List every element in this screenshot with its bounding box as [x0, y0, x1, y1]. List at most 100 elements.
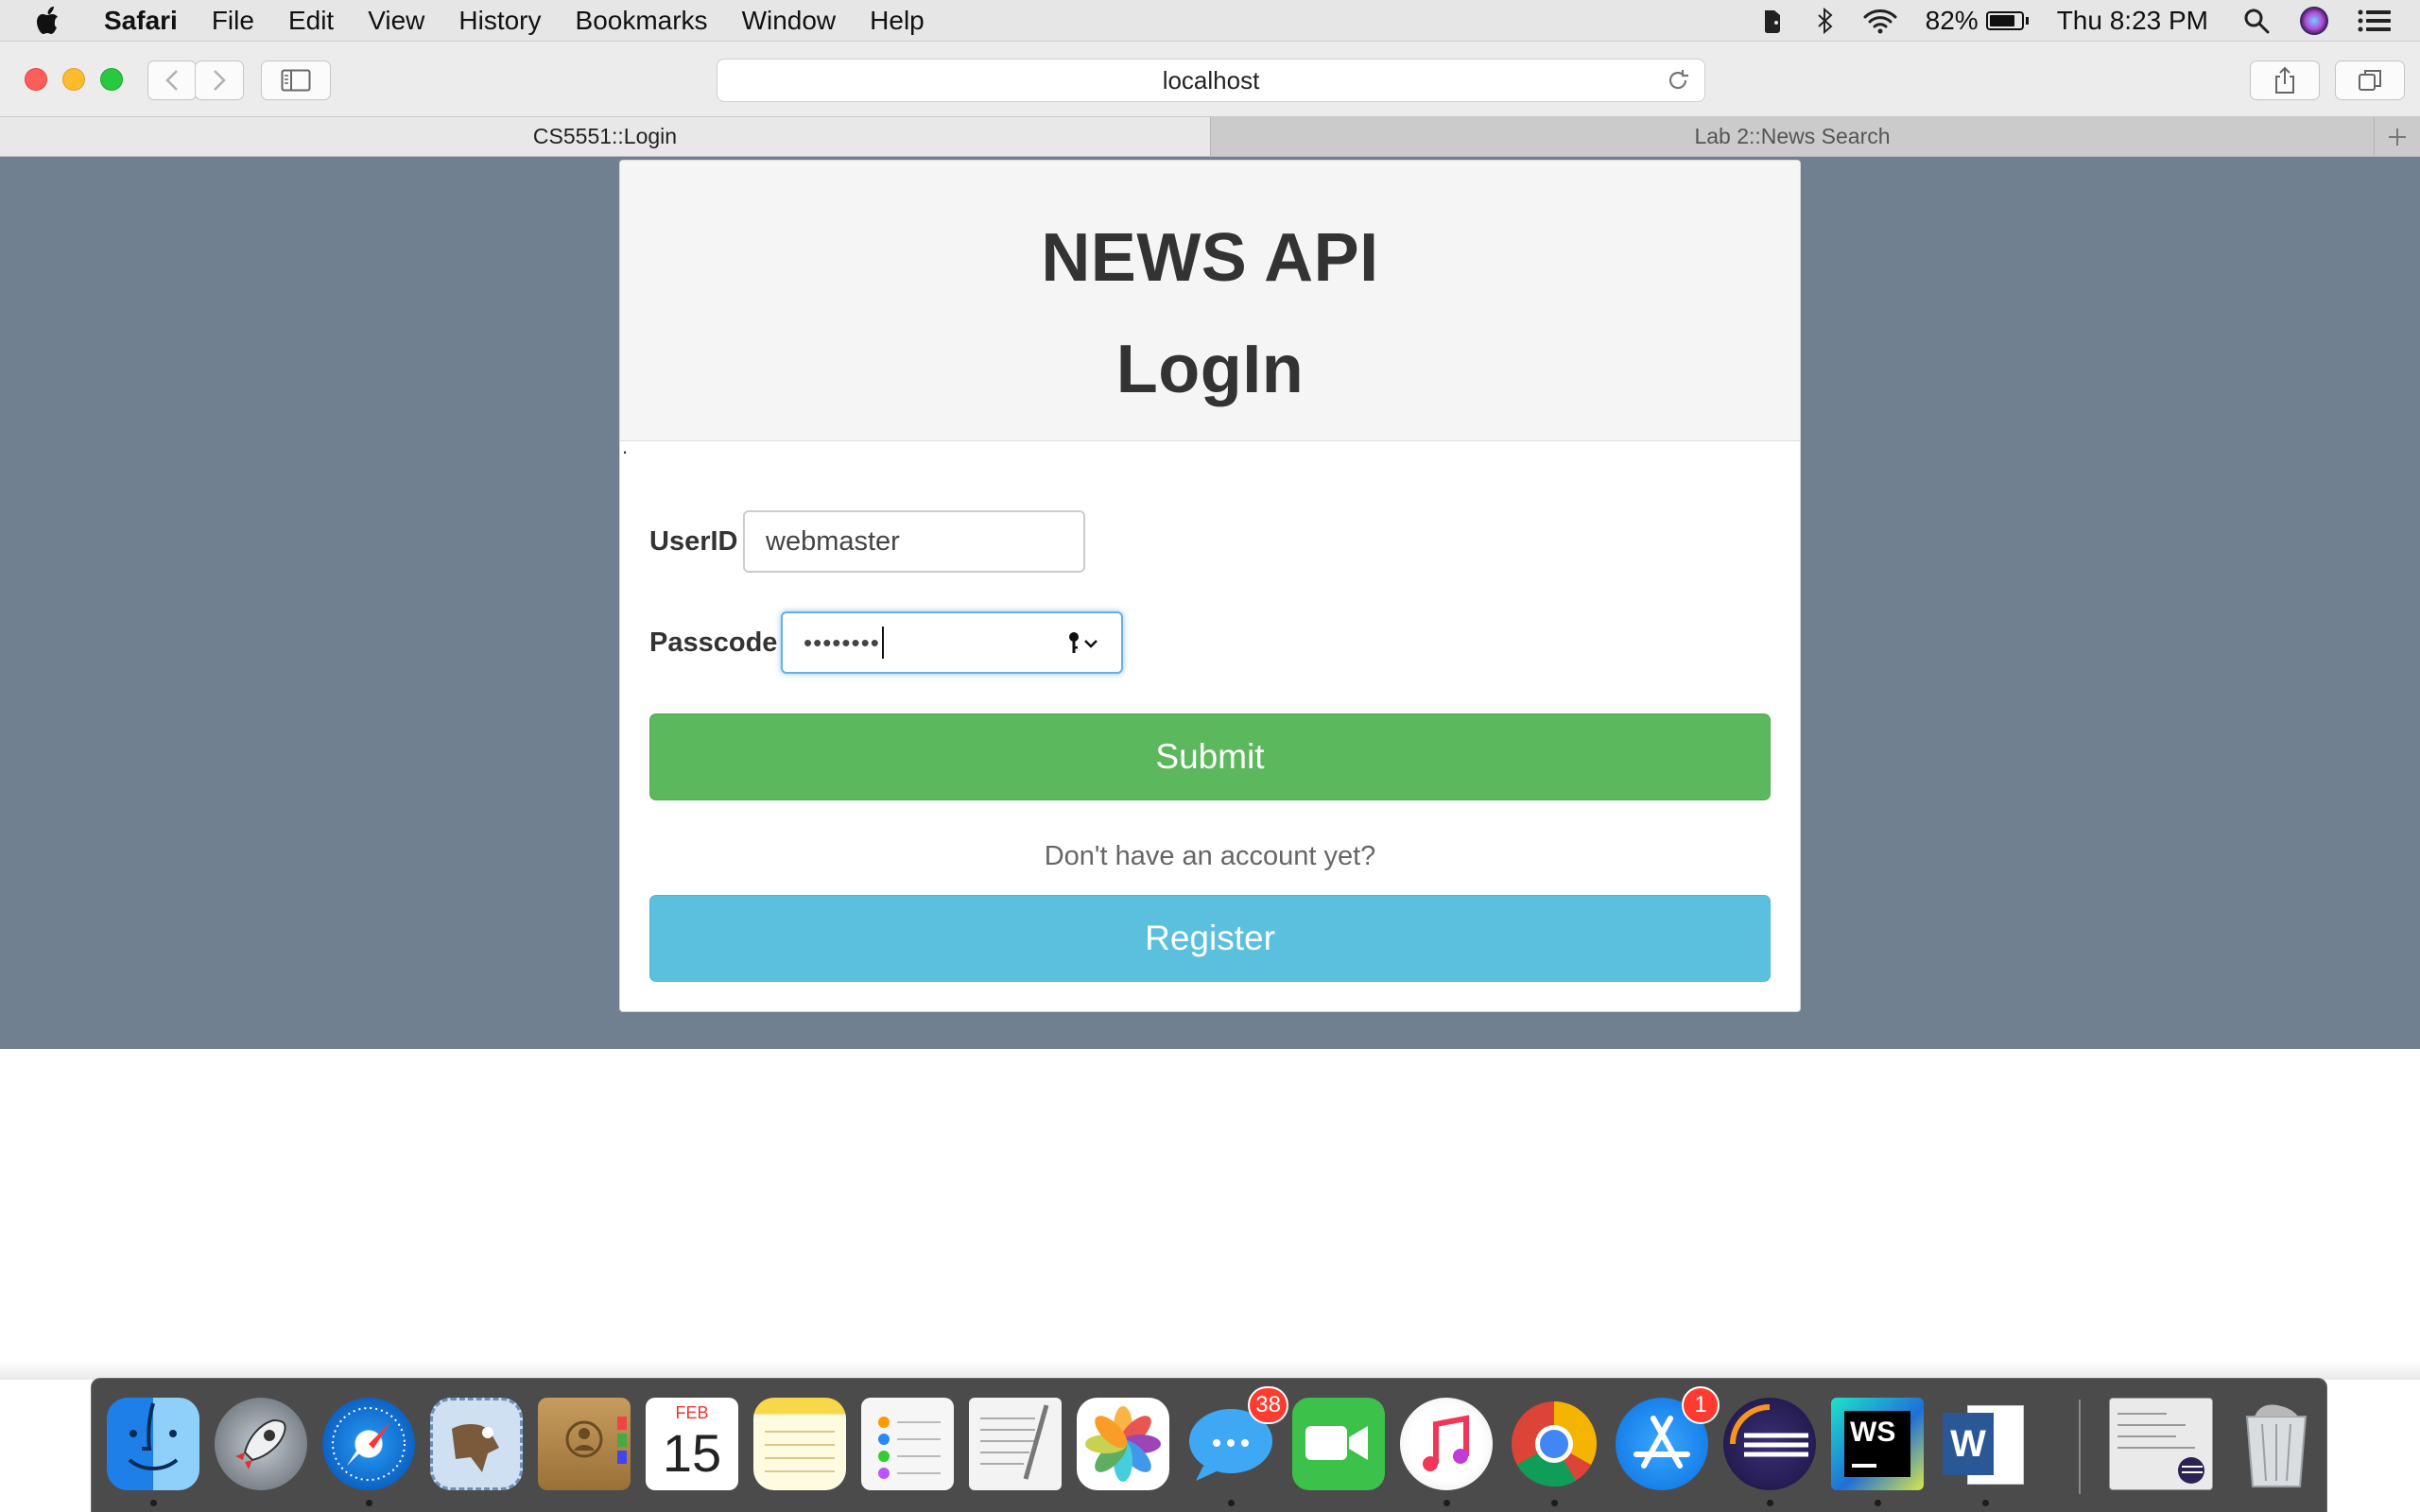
passcode-masked-value: ••••••••: [804, 627, 880, 657]
tab-label: CS5551::Login: [532, 124, 678, 148]
dock-contacts[interactable]: [538, 1398, 631, 1490]
browser-toolbar: localhost: [0, 42, 2420, 117]
register-button[interactable]: Register: [649, 895, 1771, 982]
plus-icon: [2389, 128, 2406, 146]
dock-finder[interactable]: [107, 1398, 199, 1490]
dock-notes[interactable]: [753, 1398, 846, 1490]
passcode-label: Passcode: [649, 627, 778, 658]
dock-launchpad[interactable]: [215, 1398, 307, 1490]
messages-badge: 38: [1248, 1386, 1288, 1424]
dock-calendar[interactable]: FEB 15: [646, 1398, 738, 1490]
reminders-icon: [878, 1417, 941, 1479]
wifi-icon[interactable]: [1863, 8, 1897, 34]
menu-view[interactable]: View: [368, 6, 424, 36]
register-button-label: Register: [1145, 919, 1275, 957]
battery-percent: 82%: [1925, 6, 1979, 35]
notification-center-icon[interactable]: [2358, 9, 2392, 33]
panel-heading: NEWS API LogIn: [620, 161, 1800, 441]
window-zoom-button[interactable]: [100, 68, 123, 91]
dock-webstorm[interactable]: WS: [1831, 1398, 1924, 1490]
mail-eagle-icon: [452, 1424, 499, 1472]
finder-icon: [128, 1402, 179, 1470]
menu-clock[interactable]: Thu 8:23 PM: [2057, 6, 2208, 36]
music-note-icon: [1423, 1415, 1469, 1471]
dock-mail[interactable]: [430, 1398, 523, 1490]
menu-bar: Safari File Edit View History Bookmarks …: [0, 0, 2420, 42]
address-bar-url: localhost: [1162, 65, 1260, 94]
menu-help[interactable]: Help: [870, 6, 925, 36]
dock-textedit[interactable]: [969, 1398, 1062, 1490]
sidebar-toggle-button[interactable]: [261, 60, 331, 100]
tab-bar: CS5551::Login Lab 2::News Search: [0, 117, 2420, 157]
login-panel: NEWS API LogIn . UserID webmaster Passco…: [619, 160, 1801, 1012]
spotlight-search-icon[interactable]: [2242, 7, 2271, 35]
battery-indicator[interactable]: 82%: [1926, 6, 2029, 36]
word-icon: W: [1943, 1413, 1994, 1475]
dock-word[interactable]: W: [1939, 1398, 2031, 1490]
bluetooth-icon[interactable]: [1816, 7, 1835, 35]
webstorm-icon: WS: [1844, 1411, 1910, 1477]
window-minimize-button[interactable]: [62, 68, 85, 91]
notes-icon: [765, 1431, 835, 1472]
passcode-input[interactable]: ••••••••: [781, 611, 1123, 674]
siri-icon[interactable]: [2299, 6, 2329, 36]
reload-icon[interactable]: [1665, 67, 1691, 100]
tab-cs5551-login[interactable]: CS5551::Login: [0, 117, 1211, 156]
dock-safari[interactable]: [322, 1398, 415, 1490]
dock-facetime[interactable]: [1292, 1398, 1385, 1490]
photos-flower-icon: [1085, 1406, 1161, 1482]
submit-button-label: Submit: [1155, 737, 1265, 776]
eclipse-icon: [1730, 1404, 1808, 1457]
dock-chrome[interactable]: [1508, 1398, 1600, 1490]
dock-itunes[interactable]: [1400, 1398, 1493, 1490]
new-tab-button[interactable]: [2375, 117, 2420, 156]
chevron-right-icon: [214, 70, 226, 91]
facetime-camera-icon: [1305, 1426, 1368, 1460]
tab-news-search[interactable]: Lab 2::News Search: [1211, 117, 2375, 156]
userid-label: UserID: [649, 526, 738, 557]
sidebar-icon: [281, 69, 311, 92]
compass-icon: [332, 1407, 406, 1481]
menu-edit[interactable]: Edit: [288, 6, 334, 36]
window-close-button[interactable]: [25, 68, 47, 91]
app-store-badge: 1: [1682, 1386, 1720, 1424]
forward-button[interactable]: [195, 60, 244, 100]
battery-icon: [1985, 11, 2024, 30]
address-bar[interactable]: localhost: [717, 59, 1705, 102]
userid-value: webmaster: [766, 525, 900, 557]
userid-input[interactable]: webmaster: [743, 510, 1085, 573]
dock-photos[interactable]: [1077, 1398, 1169, 1490]
evernote-icon[interactable]: [1759, 7, 1788, 35]
dock-messages[interactable]: 38: [1184, 1386, 1288, 1490]
show-all-tabs-button[interactable]: [2335, 60, 2405, 100]
menu-history[interactable]: History: [458, 6, 541, 36]
menu-window[interactable]: Window: [742, 6, 837, 36]
dock-trash[interactable]: [2230, 1398, 2323, 1490]
dock-separator: [2079, 1400, 2081, 1494]
menu-bookmarks[interactable]: Bookmarks: [576, 6, 708, 36]
window-thumbnail-icon: [2118, 1413, 2204, 1484]
page-subtitle: LogIn: [1115, 332, 1305, 407]
apple-menu-icon[interactable]: [36, 6, 70, 36]
share-button[interactable]: [2250, 60, 2320, 100]
back-button[interactable]: [147, 60, 197, 100]
menu-app-name[interactable]: Safari: [104, 6, 178, 36]
calendar-month: FEB: [675, 1403, 709, 1422]
dock-reminders[interactable]: [861, 1398, 954, 1490]
dock-app-store[interactable]: 1: [1616, 1386, 1720, 1490]
password-autofill-key-icon[interactable]: [1066, 630, 1100, 657]
chrome-icon: [1512, 1401, 1597, 1487]
submit-button[interactable]: Submit: [649, 713, 1771, 800]
tabs-overview-icon: [2359, 70, 2381, 91]
dock-minimized-window[interactable]: [2109, 1398, 2213, 1490]
stray-text: .: [622, 435, 629, 458]
rocket-icon: [235, 1418, 286, 1469]
dock-eclipse[interactable]: [1723, 1398, 1816, 1490]
contacts-icon: [565, 1417, 627, 1464]
calendar-day: 15: [662, 1423, 722, 1483]
menu-file[interactable]: File: [212, 6, 254, 36]
share-icon: [2275, 66, 2294, 94]
textedit-icon: [980, 1404, 1049, 1480]
account-prompt: Don't have an account yet?: [1044, 841, 1376, 871]
tab-label: Lab 2::News Search: [1694, 124, 1891, 148]
